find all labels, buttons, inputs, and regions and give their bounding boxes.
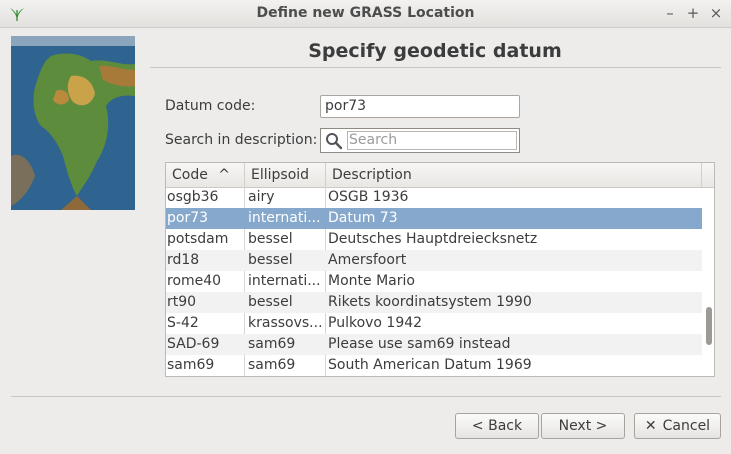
cell-description: Amersfoort — [328, 252, 407, 268]
scrollbar-thumb[interactable] — [706, 307, 712, 345]
table-row[interactable]: sam69 sam69 South American Datum 1969 — [166, 355, 702, 376]
table-row[interactable]: rd18 bessel Amersfoort — [166, 250, 702, 271]
column-header-code-label: Code — [172, 167, 208, 183]
cell-ellipsoid: bessel — [248, 231, 293, 247]
list-rows: osgb36 airy OSGB 1936 por73 internati...… — [166, 187, 702, 376]
column-header-ellipsoid[interactable]: Ellipsoid — [245, 163, 326, 187]
cell-ellipsoid: bessel — [248, 294, 293, 310]
cell-ellipsoid: sam69 — [248, 357, 296, 373]
cell-description: Pulkovo 1942 — [328, 315, 423, 331]
world-map-image — [11, 36, 135, 210]
cell-description: Deutsches Hauptdreiecksnetz — [328, 231, 538, 247]
column-header-description[interactable]: Description — [326, 163, 702, 187]
sort-ascending-icon: ^ — [218, 167, 231, 183]
search-icon — [326, 133, 343, 150]
vertical-scrollbar[interactable] — [703, 187, 714, 376]
cell-code: rome40 — [167, 273, 222, 289]
table-row[interactable]: osgb36 airy OSGB 1936 — [166, 187, 702, 208]
table-row[interactable]: SAD-69 sam69 Please use sam69 instead — [166, 334, 702, 355]
table-row-selected[interactable]: por73 internati... Datum 73 — [166, 208, 702, 229]
search-input[interactable] — [349, 132, 509, 148]
title-bar: Define new GRASS Location – + × — [0, 0, 731, 28]
back-button[interactable]: < Back — [455, 413, 539, 439]
cell-description: Datum 73 — [328, 210, 398, 226]
cell-code: osgb36 — [167, 189, 219, 205]
cell-ellipsoid: internati... — [248, 273, 321, 289]
cell-code: S-42 — [167, 315, 199, 331]
table-row[interactable]: rome40 internati... Monte Mario — [166, 271, 702, 292]
close-window-button[interactable]: × — [708, 4, 724, 22]
cell-description: OSGB 1936 — [328, 189, 409, 205]
datum-code-label: Datum code: — [165, 98, 256, 114]
page-title: Specify geodetic datum — [308, 40, 562, 62]
cell-code: potsdam — [167, 231, 229, 247]
next-button[interactable]: Next > — [541, 413, 625, 439]
header-divider — [150, 67, 721, 68]
cell-code: rd18 — [167, 252, 200, 268]
cell-ellipsoid: internati... — [248, 210, 321, 226]
cell-code: sam69 — [167, 357, 215, 373]
datum-code-input[interactable]: por73 — [320, 95, 520, 118]
cell-ellipsoid: sam69 — [248, 336, 296, 352]
table-row[interactable]: rt90 bessel Rikets koordinatsystem 1990 — [166, 292, 702, 313]
table-row[interactable]: S-42 krassovs... Pulkovo 1942 — [166, 313, 702, 334]
cell-description: Rikets koordinatsystem 1990 — [328, 294, 532, 310]
cancel-x-icon: ✕ — [644, 418, 657, 434]
cancel-button[interactable]: ✕ Cancel — [634, 413, 721, 439]
footer-divider — [11, 396, 721, 397]
list-header: Code ^ Ellipsoid Description — [166, 163, 714, 188]
cell-code: por73 — [167, 210, 209, 226]
cell-code: rt90 — [167, 294, 197, 310]
search-field[interactable] — [320, 128, 520, 153]
column-header-code[interactable]: Code ^ — [166, 163, 245, 187]
minimize-button[interactable]: – — [662, 4, 678, 22]
maximize-button[interactable]: + — [685, 4, 701, 22]
cell-description: Monte Mario — [328, 273, 415, 289]
cell-ellipsoid: krassovs... — [248, 315, 323, 331]
cell-ellipsoid: airy — [248, 189, 275, 205]
datum-list[interactable]: Code ^ Ellipsoid Description osgb36 airy… — [165, 162, 715, 377]
cell-code: SAD-69 — [167, 336, 220, 352]
search-description-label: Search in description: — [165, 132, 318, 148]
cell-description: South American Datum 1969 — [328, 357, 532, 373]
table-row[interactable]: potsdam bessel Deutsches Hauptdreiecksne… — [166, 229, 702, 250]
cell-ellipsoid: bessel — [248, 252, 293, 268]
cancel-label: Cancel — [662, 418, 711, 434]
window-title: Define new GRASS Location — [256, 5, 475, 21]
cell-description: Please use sam69 instead — [328, 336, 511, 352]
